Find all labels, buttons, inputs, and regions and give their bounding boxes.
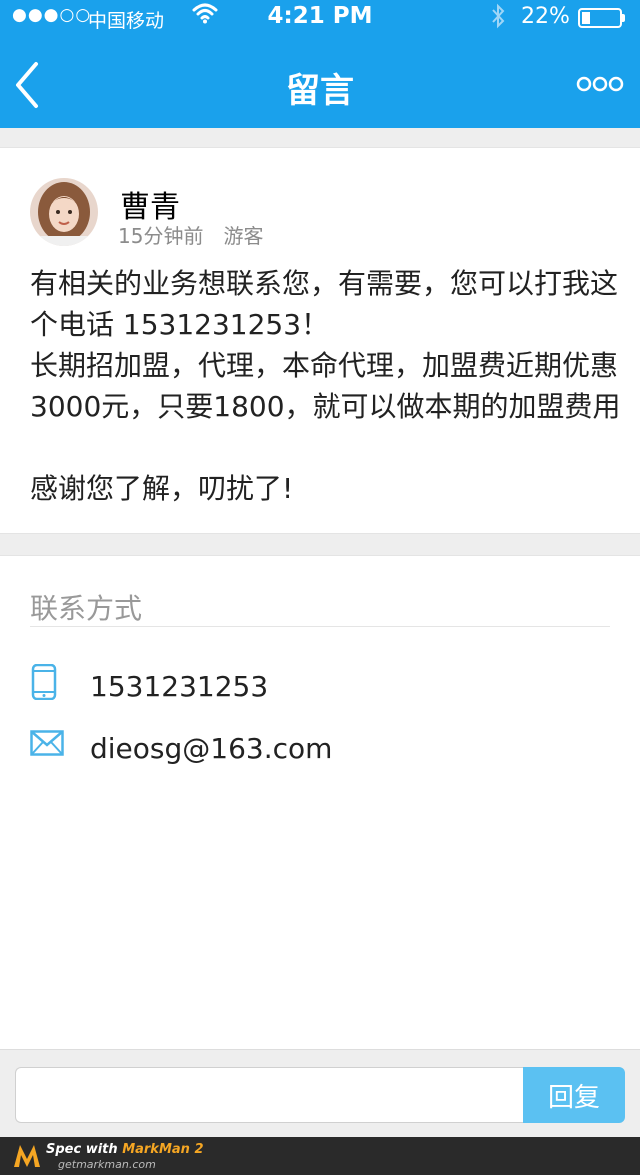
message-time: 15分钟前 [118,224,204,248]
message-card: 曹青 15分钟前 游客 有相关的业务想联系您，有需要，您可以打我这 个电话 153… [0,147,640,534]
page-title: 留言 [286,71,354,111]
contact-divider [30,626,610,627]
message-spacer [30,427,620,468]
contact-card: 联系方式 1531231253 dieosg@163.com [0,555,640,1049]
message-line: 长期招加盟，代理，本命代理，加盟费近期优惠 [30,349,619,382]
markman-logo-icon [12,1141,42,1171]
contact-title: 联系方式 [30,592,143,625]
top-bar: ●●●○○ 中国移动 4:21 PM 22% 留言 [0,0,640,128]
battery-icon [578,8,622,28]
phone-icon [30,663,58,704]
message-meta: 15分钟前 游客 [118,220,283,249]
reply-input[interactable] [15,1067,525,1123]
reply-bar: 回复 [0,1049,640,1137]
mail-icon [30,730,64,760]
message-closing: 感谢您了解，叨扰了! [30,472,294,505]
contact-phone[interactable]: 1531231253 [90,670,268,703]
footer-brand-name: MarkMan 2 [122,1142,204,1157]
reply-button[interactable]: 回复 [523,1067,625,1123]
contact-email[interactable]: dieosg@163.com [90,732,332,765]
bluetooth-icon [490,3,506,34]
footer-site: getmarkman.com [58,1158,156,1171]
author-type: 游客 [223,224,264,248]
more-button[interactable] [576,75,624,93]
battery-fill [582,12,590,24]
message-body: 有相关的业务想联系您，有需要，您可以打我这 个电话 1531231253！ 长期… [30,263,621,509]
message-line: 3000元，只要1800，就可以做本期的加盟费用 [30,390,621,423]
markman-footer: Spec with MarkMan 2 getmarkman.com [0,1137,640,1175]
avatar[interactable] [30,178,98,246]
battery-percentage: 22% [521,4,570,29]
status-bar: ●●●○○ 中国移动 4:21 PM 22% [0,0,640,36]
battery-tip [622,14,625,22]
footer-brand: Spec with MarkMan 2 [46,1142,204,1157]
message-line: 个电话 1531231253！ [30,308,330,341]
message-line: 有相关的业务想联系您，有需要，您可以打我这 [30,267,619,300]
more-dots-icon [576,76,624,92]
footer-brand-prefix: Spec with [46,1142,123,1157]
